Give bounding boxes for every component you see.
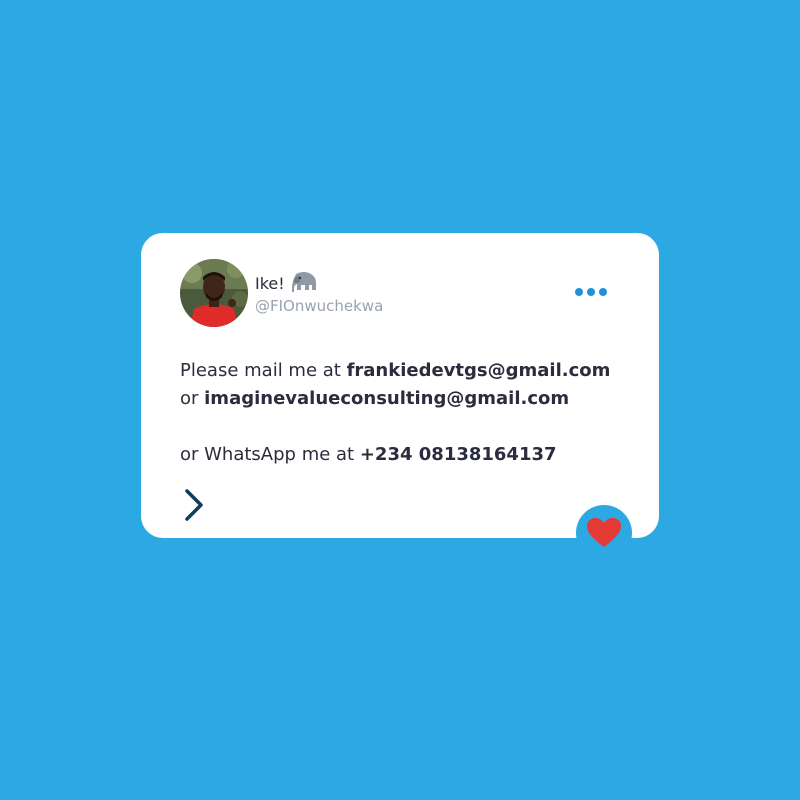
- avatar[interactable]: [180, 259, 248, 327]
- more-dots-icon: [575, 288, 583, 296]
- heart-icon: [587, 518, 621, 547]
- email-link-1[interactable]: frankiedevtgs@gmail.com: [347, 360, 611, 381]
- tweet-line-2: or imaginevalueconsulting@gmail.com: [180, 385, 650, 413]
- display-name[interactable]: Ike!: [255, 274, 285, 294]
- line2-prefix: or: [180, 388, 205, 409]
- tweet-line-3: or WhatsApp me at +234 08138164137: [180, 441, 650, 469]
- tweet-line-1: Please mail me at frankiedevtgs@gmail.co…: [180, 357, 650, 385]
- phone-number[interactable]: +234 08138164137: [360, 444, 557, 465]
- author-name-row: Ike!: [255, 270, 318, 298]
- more-dot: [587, 288, 595, 296]
- tweet-card: Ike! @FIOnwuchekwa Please mail me at fra…: [141, 233, 659, 538]
- more-options-button[interactable]: [571, 283, 611, 301]
- next-button[interactable]: [181, 488, 209, 522]
- line1-prefix: Please mail me at: [180, 360, 347, 381]
- elephant-icon: [290, 270, 318, 298]
- email-link-2[interactable]: imaginevalueconsulting@gmail.com: [204, 388, 569, 409]
- like-button[interactable]: [576, 505, 632, 561]
- chevron-right-icon: [185, 489, 203, 521]
- more-dot: [599, 288, 607, 296]
- tweet-text: Please mail me at frankiedevtgs@gmail.co…: [180, 357, 650, 469]
- line3-prefix: or WhatsApp me at: [180, 444, 360, 465]
- author-handle[interactable]: @FIOnwuchekwa: [255, 297, 383, 315]
